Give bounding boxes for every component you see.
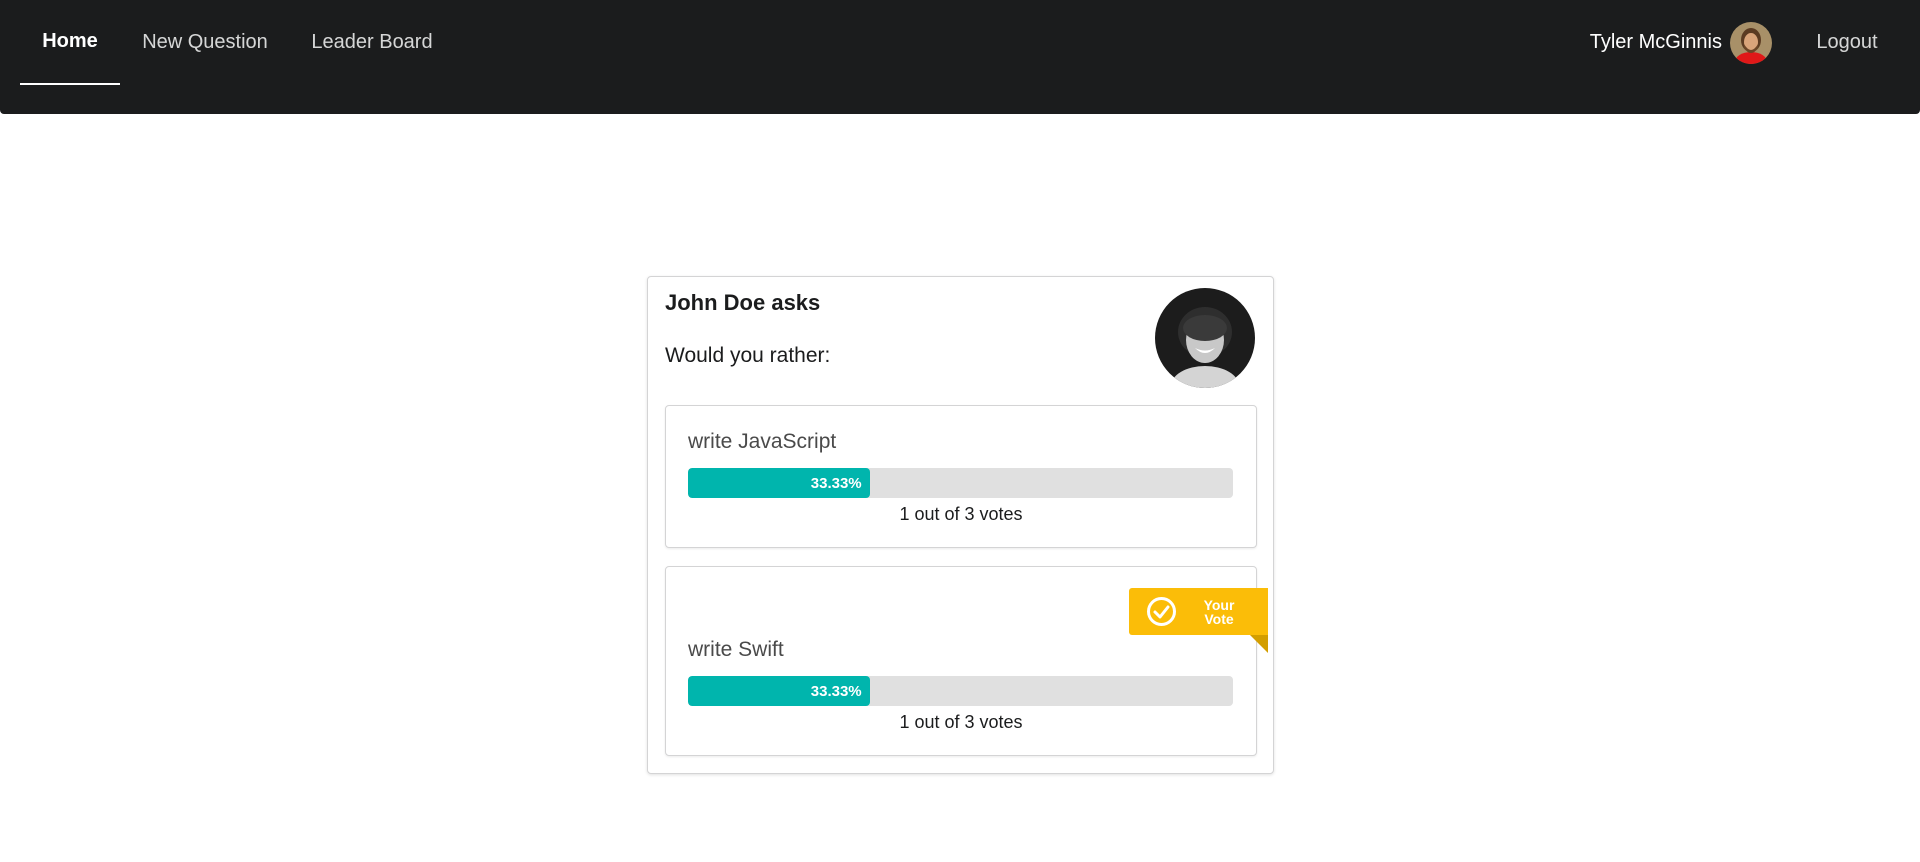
- nav-new-question[interactable]: New Question: [122, 0, 288, 85]
- option-text: write Swift: [688, 638, 784, 661]
- vote-percent-label: 33.33%: [810, 682, 862, 700]
- poll-option-2: Your Vote write Swift 33.33% 1 out of 3 …: [665, 566, 1268, 756]
- your-vote-ribbon: Your Vote: [1129, 588, 1268, 653]
- vote-progress-fill: 33.33%: [688, 468, 870, 498]
- option-text: write JavaScript: [688, 430, 837, 453]
- vote-progress-fill: 33.33%: [688, 676, 870, 706]
- vote-percent-label: 33.33%: [810, 474, 862, 492]
- poll-question: Would you rather:: [665, 344, 831, 367]
- nav-home[interactable]: Home: [20, 0, 120, 85]
- check-circle-icon: [1146, 596, 1177, 627]
- current-user-name: Tyler McGinnis: [1589, 31, 1722, 53]
- vote-count: 1 out of 3 votes: [899, 504, 1023, 524]
- vote-progress-bar: 33.33%: [688, 468, 1233, 498]
- your-vote-label: Your Vote: [1203, 597, 1235, 627]
- poll-card: John Doe asks Would you rather: write Ja…: [647, 276, 1274, 774]
- vote-progress-bar: 33.33%: [688, 676, 1233, 706]
- nav-leader-board[interactable]: Leader Board: [292, 0, 452, 85]
- vote-count: 1 out of 3 votes: [899, 712, 1023, 732]
- asker-avatar: [1155, 288, 1255, 388]
- poll-asker: John Doe asks: [665, 290, 821, 315]
- current-user-avatar: [1730, 21, 1772, 64]
- nav-current-user: Tyler McGinnis: [1572, 0, 1772, 85]
- top-navigation: Home New Question Leader Board Tyler McG…: [0, 0, 1920, 114]
- nav-logout[interactable]: Logout: [1806, 0, 1888, 85]
- poll-option-1: write JavaScript 33.33% 1 out of 3 votes: [665, 405, 1257, 548]
